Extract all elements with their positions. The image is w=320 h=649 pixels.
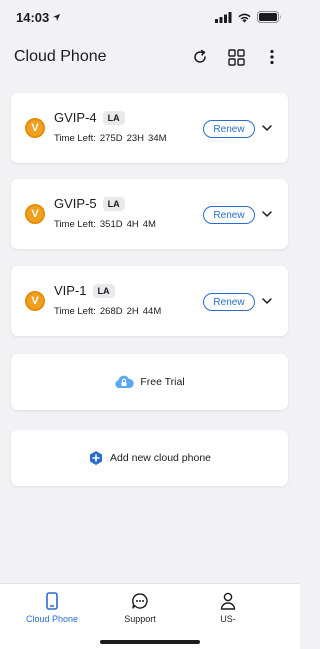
time-left-days: 351D bbox=[99, 219, 123, 230]
time-left-minutes: 4M bbox=[142, 219, 156, 230]
time-left-days: 275D bbox=[99, 133, 123, 144]
chevron-down-icon[interactable] bbox=[260, 207, 274, 221]
chat-icon bbox=[132, 593, 148, 609]
chevron-down-icon[interactable] bbox=[260, 294, 274, 308]
tab-account[interactable]: US- bbox=[196, 584, 260, 649]
status-time-text: 14:03 bbox=[16, 9, 50, 25]
plus-hexagon-icon bbox=[90, 451, 102, 465]
tab-cloud-phone[interactable]: Cloud Phone bbox=[20, 584, 84, 649]
status-bar: 14:03 bbox=[0, 0, 300, 34]
time-left-hours: 4H bbox=[126, 219, 139, 230]
page-title: Cloud Phone bbox=[14, 48, 107, 65]
phone-name-text: GVIP-4 bbox=[54, 110, 97, 125]
phone-card-gvip-4[interactable]: V GVIP-4 LA Time Left: 275D 23H 34M Rene… bbox=[11, 93, 288, 163]
vip-badge: V bbox=[25, 118, 45, 138]
renew-button[interactable]: Renew bbox=[203, 120, 255, 138]
header-actions bbox=[178, 43, 286, 71]
tab-label: Support bbox=[124, 614, 156, 624]
more-vertical-icon bbox=[270, 49, 274, 65]
vip-badge: V bbox=[25, 204, 45, 224]
phone-name-text: VIP-1 bbox=[54, 283, 87, 298]
more-options-button[interactable] bbox=[258, 43, 286, 71]
signal-icon bbox=[215, 11, 232, 23]
phone-card-vip-1[interactable]: V VIP-1 LA Time Left: 268D 2H 44M Renew bbox=[11, 266, 288, 336]
status-icons bbox=[215, 11, 282, 23]
time-left-days: 268D bbox=[99, 306, 123, 317]
phone-name-text: GVIP-5 bbox=[54, 196, 97, 211]
time-left: Time Left: 268D 2H 44M bbox=[54, 306, 161, 317]
phone-name: GVIP-5 LA bbox=[54, 196, 125, 211]
region-tag: LA bbox=[92, 283, 115, 298]
phone-name: VIP-1 LA bbox=[54, 283, 115, 298]
refresh-button[interactable] bbox=[186, 43, 214, 71]
grid-icon bbox=[227, 48, 245, 66]
wifi-icon bbox=[238, 13, 251, 22]
app-header: Cloud Phone bbox=[0, 38, 300, 76]
refresh-icon bbox=[194, 49, 206, 63]
vip-badge: V bbox=[25, 291, 45, 311]
time-left-label: Time Left: bbox=[54, 306, 96, 317]
time-left-hours: 23H bbox=[126, 133, 145, 144]
renew-button[interactable]: Renew bbox=[203, 293, 255, 311]
region-tag: LA bbox=[102, 196, 125, 211]
time-left: Time Left: 275D 23H 34M bbox=[54, 133, 167, 144]
free-trial-label: Free Trial bbox=[140, 376, 185, 388]
time-left-label: Time Left: bbox=[54, 133, 96, 144]
location-arrow-icon bbox=[53, 13, 61, 21]
person-icon bbox=[220, 592, 236, 610]
renew-button[interactable]: Renew bbox=[203, 206, 255, 224]
grid-view-button[interactable] bbox=[222, 43, 250, 71]
home-indicator bbox=[100, 640, 200, 644]
status-time: 14:03 bbox=[16, 10, 61, 25]
add-cloud-phone-button[interactable]: Add new cloud phone bbox=[11, 430, 288, 486]
time-left: Time Left: 351D 4H 4M bbox=[54, 219, 156, 230]
time-left-minutes: 34M bbox=[148, 133, 167, 144]
cloud-icon bbox=[115, 375, 135, 388]
chevron-down-icon[interactable] bbox=[260, 121, 274, 135]
tab-label: Cloud Phone bbox=[25, 614, 79, 624]
time-left-hours: 2H bbox=[126, 306, 139, 317]
tab-label: US- bbox=[220, 614, 236, 624]
region-tag: LA bbox=[102, 110, 125, 125]
time-left-label: Time Left: bbox=[54, 219, 96, 230]
add-cloud-phone-label: Add new cloud phone bbox=[110, 452, 211, 464]
battery-icon bbox=[257, 11, 281, 23]
free-trial-button[interactable]: Free Trial bbox=[11, 354, 288, 410]
phone-card-gvip-5[interactable]: V GVIP-5 LA Time Left: 351D 4H 4M Renew bbox=[11, 179, 288, 249]
phone-name: GVIP-4 LA bbox=[54, 110, 125, 125]
phone-icon bbox=[46, 592, 58, 610]
time-left-minutes: 44M bbox=[142, 306, 162, 317]
